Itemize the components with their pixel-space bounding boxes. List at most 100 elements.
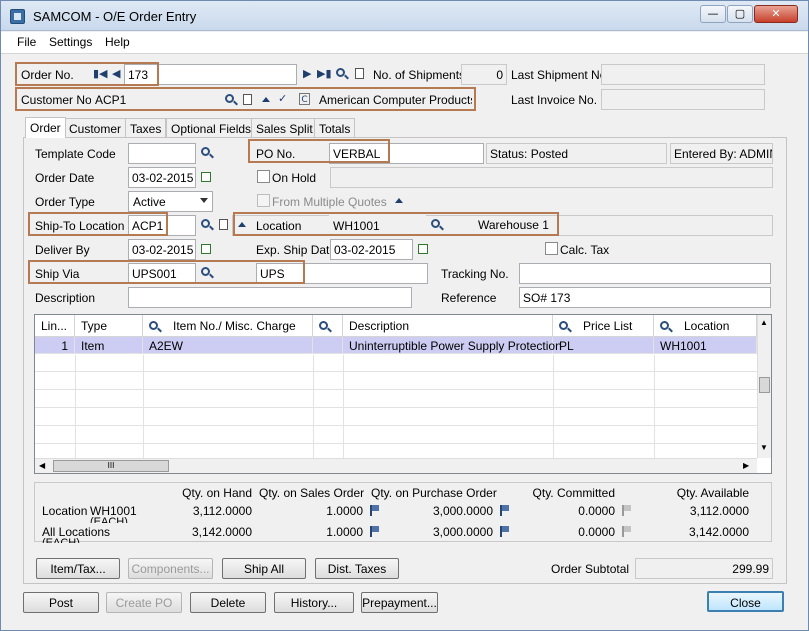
shipments-label: No. of Shipments (373, 68, 466, 82)
qty-all-unit: (EACH) (42, 538, 80, 543)
cell-price-list[interactable]: PL (553, 337, 654, 354)
col-line[interactable]: Lin... (35, 315, 75, 337)
tab-order[interactable]: Order (25, 117, 66, 138)
scroll-right-icon[interactable]: ▶ (743, 461, 749, 470)
order-date-input[interactable]: 03-02-2015 (128, 167, 196, 188)
close-window-button[interactable]: ✕ (754, 5, 798, 23)
col-item-finder[interactable] (313, 315, 343, 337)
order-date-calendar-icon[interactable] (201, 172, 211, 182)
drilldown-icon[interactable] (500, 526, 509, 537)
tab-totals[interactable]: Totals (314, 118, 356, 138)
ship-all-button[interactable]: Ship All (222, 558, 306, 579)
maximize-button[interactable]: ▢ (727, 5, 753, 23)
post-button[interactable]: Post (23, 592, 99, 613)
deliver-by-calendar-icon[interactable] (201, 244, 211, 254)
template-code-input[interactable] (128, 143, 196, 164)
order-subtotal-label: Order Subtotal (551, 562, 630, 576)
drilldown-icon[interactable] (500, 505, 509, 516)
menu-bar: File Settings Help (1, 32, 808, 54)
last-shipment-label: Last Shipment No. (511, 68, 610, 82)
exp-ship-calendar-icon[interactable] (418, 244, 428, 254)
tab-optional-fields[interactable]: Optional Fields (166, 118, 257, 138)
cell-item[interactable]: A2EW (143, 337, 313, 354)
reference-input[interactable]: SO# 173 (519, 287, 771, 308)
ship-to-doc-icon[interactable] (219, 219, 228, 230)
col-description[interactable]: Description (343, 315, 553, 337)
on-hold-checkbox[interactable] (257, 170, 270, 183)
scroll-left-icon[interactable]: ◀ (39, 461, 45, 470)
vertical-scroll-thumb[interactable] (759, 377, 770, 393)
cell-description[interactable]: Uninterruptible Power Supply Protection (343, 337, 562, 354)
description-label: Description (35, 291, 96, 305)
horizontal-scroll-thumb[interactable]: III (53, 460, 169, 472)
last-record-icon[interactable]: ▶▮ (317, 68, 332, 80)
col-item[interactable]: Item No./ Misc. Charge (143, 315, 313, 337)
col-location[interactable]: Location (654, 315, 757, 337)
menu-file[interactable]: File (17, 35, 36, 49)
col-type[interactable]: Type (75, 315, 143, 337)
vertical-scrollbar[interactable]: ▲ ▼ (757, 315, 771, 458)
tab-customer[interactable]: Customer (64, 118, 127, 138)
grid-line (343, 355, 344, 460)
qty-location-label: Location (42, 504, 88, 518)
order-subtotal-field: 299.99 (635, 558, 773, 579)
item-tax-button[interactable]: Item/Tax... (36, 558, 120, 579)
drilldown-icon[interactable] (370, 505, 379, 516)
cell-type[interactable]: Item (75, 337, 143, 354)
cell-blank[interactable] (313, 337, 343, 354)
all-on-po: 3,000.0000 (432, 525, 493, 539)
order-type-label: Order Type (35, 195, 95, 209)
col-price-list[interactable]: Price List (553, 315, 654, 337)
scroll-down-icon[interactable]: ▼ (760, 443, 768, 452)
close-button[interactable]: Close (707, 591, 784, 612)
delete-button[interactable]: Delete (190, 592, 266, 613)
scroll-up-icon[interactable]: ▲ (760, 318, 768, 327)
template-finder-icon[interactable] (201, 147, 210, 156)
chevron-down-icon (200, 198, 208, 203)
order-type-select[interactable]: Active (128, 191, 213, 212)
title-bar[interactable]: SAMCOM - O/E Order Entry — ▢ ✕ (1, 1, 808, 31)
dist-taxes-button[interactable]: Dist. Taxes (315, 558, 399, 579)
qty-location-code: WH1001 (90, 504, 137, 518)
new-order-icon[interactable] (355, 68, 364, 79)
qty-all-locations-label: All Locations (42, 525, 111, 539)
collapse-arrow-icon[interactable] (395, 198, 403, 203)
deliver-by-input[interactable]: 03-02-2015 (128, 239, 196, 260)
table-row[interactable]: 1 Item A2EW Uninterruptible Power Supply… (35, 337, 757, 354)
create-po-button[interactable]: Create PO (106, 592, 182, 613)
drilldown-icon (622, 505, 631, 516)
tab-sales-split[interactable]: Sales Split (251, 118, 318, 138)
calc-tax-checkbox[interactable] (545, 242, 558, 255)
order-lines-grid[interactable]: Lin... Type Item No./ Misc. Charge Descr… (34, 314, 772, 474)
on-hold-label: On Hold (272, 171, 317, 185)
app-icon (10, 9, 25, 24)
drilldown-icon[interactable] (370, 526, 379, 537)
tab-taxes[interactable]: Taxes (125, 118, 167, 138)
next-record-icon[interactable]: ▶ (303, 68, 311, 80)
price-list-finder-icon[interactable] (559, 321, 568, 330)
horizontal-scrollbar[interactable]: ◀ III ▶ (35, 458, 757, 473)
history-button[interactable]: History... (274, 592, 354, 613)
loc-on-po: 3,000.0000 (432, 504, 493, 518)
tracking-input[interactable] (519, 263, 771, 284)
cell-line[interactable]: 1 (35, 337, 75, 354)
from-multiple-quotes-checkbox[interactable] (257, 194, 270, 207)
qty-committed-header: Qty. Committed (532, 486, 615, 500)
components-button[interactable]: Components... (128, 558, 213, 579)
description-input[interactable] (128, 287, 412, 308)
menu-help[interactable]: Help (105, 35, 130, 49)
cell-location[interactable]: WH1001 (654, 337, 757, 354)
grid-line (553, 355, 554, 460)
description-finder-icon[interactable] (319, 321, 328, 330)
order-finder-icon[interactable] (336, 68, 345, 77)
minimize-button[interactable]: — (700, 5, 726, 23)
all-on-so: 1.0000 (326, 525, 363, 539)
exp-ship-input[interactable]: 03-02-2015 (330, 239, 413, 260)
prepayment-button[interactable]: Prepayment... (361, 592, 438, 613)
grid-location-finder-icon[interactable] (660, 321, 669, 330)
ship-to-finder-icon[interactable] (201, 219, 210, 228)
menu-settings[interactable]: Settings (49, 35, 92, 49)
all-committed: 0.0000 (578, 525, 615, 539)
all-available: 3,142.0000 (688, 525, 749, 539)
item-finder-icon[interactable] (149, 321, 158, 330)
